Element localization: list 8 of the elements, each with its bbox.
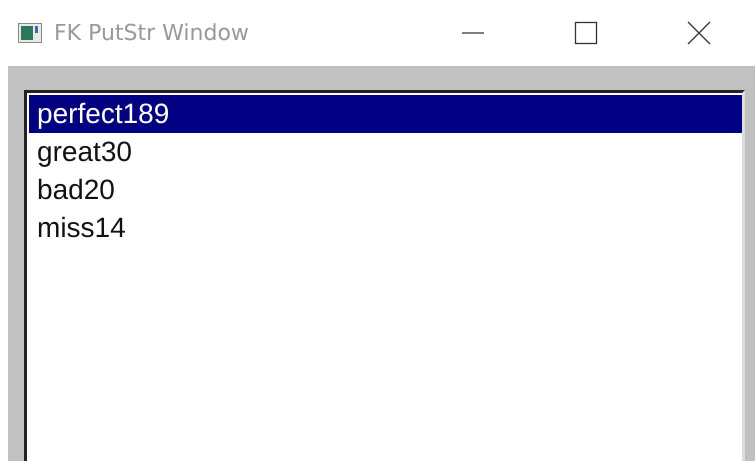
close-icon[interactable] — [686, 21, 710, 45]
list-item[interactable]: miss14 — [29, 209, 742, 247]
window-title: FK PutStr Window — [54, 20, 249, 46]
list-item[interactable]: great30 — [29, 133, 742, 171]
list-item[interactable]: perfect189 — [29, 95, 742, 133]
maximize-icon[interactable] — [574, 21, 598, 45]
app-icon — [18, 23, 42, 43]
list-item[interactable]: bad20 — [29, 171, 742, 209]
